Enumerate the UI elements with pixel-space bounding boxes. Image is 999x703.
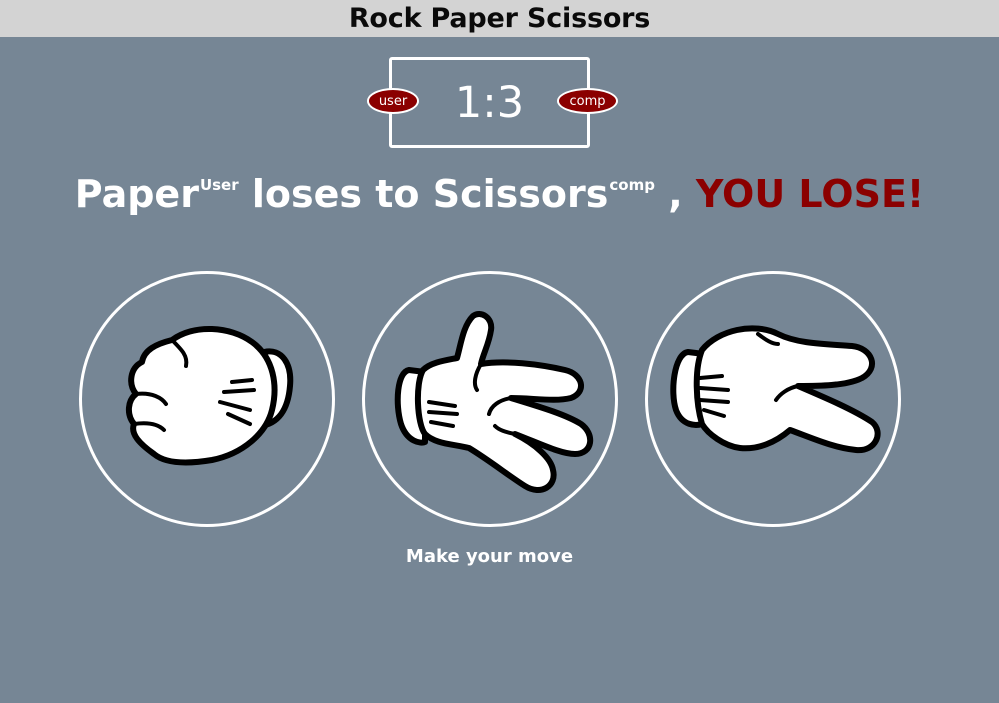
comp-choice-text: Scissors [432, 172, 609, 216]
user-tag: User [199, 176, 239, 194]
result-message: PaperUser loses to Scissorscomp , YOU LO… [0, 172, 999, 216]
open-hand-glove-icon [394, 310, 593, 493]
user-badge: user [367, 88, 419, 114]
comp-badge: comp [557, 88, 618, 114]
rock-button[interactable] [79, 271, 335, 527]
outcome-text: YOU LOSE! [695, 172, 925, 216]
paper-button[interactable] [362, 271, 618, 527]
two-fingers-glove-icon [670, 325, 881, 454]
scissors-button[interactable] [645, 271, 901, 527]
app-title: Rock Paper Scissors [348, 3, 651, 34]
move-prompt: Make your move [405, 546, 574, 567]
result-verb: loses to [251, 172, 420, 216]
result-separator: , [668, 172, 683, 216]
user-choice-text: Paper [74, 172, 199, 216]
comp-tag: comp [609, 176, 655, 194]
app-header: Rock Paper Scissors [0, 0, 999, 37]
fist-glove-icon [126, 326, 294, 466]
